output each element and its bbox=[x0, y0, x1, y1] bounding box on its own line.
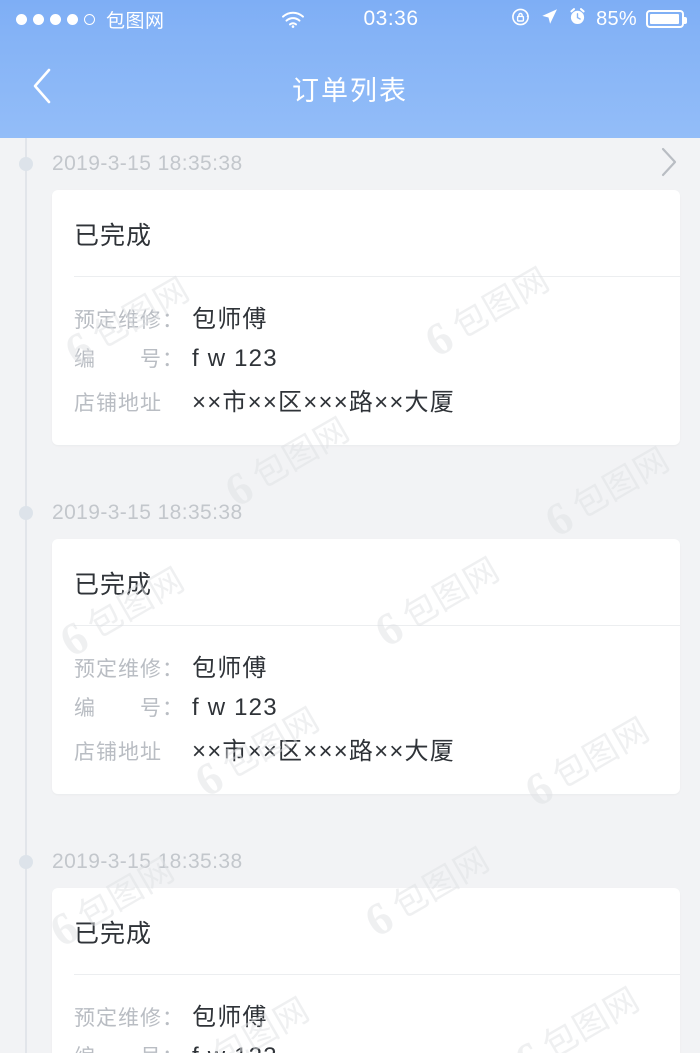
chevron-right-icon bbox=[660, 147, 678, 182]
order-card[interactable]: 已完成 预定维修： 包师傅 编 号： f w 123 店铺地址 bbox=[52, 190, 680, 445]
timeline-dot bbox=[19, 506, 33, 520]
order-header: 2019-3-15 18:35:38 bbox=[0, 138, 700, 190]
order-details: 预定维修： 包师傅 编 号： f w 123 店铺地址 ××市××区×××路××… bbox=[52, 277, 680, 445]
status-bar-clock: 03:36 bbox=[363, 7, 419, 30]
order-number-label: 编 号： bbox=[74, 348, 184, 371]
order-number-label: 编 号： bbox=[74, 697, 184, 720]
order-date: 2019-3-15 18:35:38 bbox=[52, 501, 243, 524]
order-list-scroll-area[interactable]: 2019-3-15 18:35:38 已完成 预定维修： 包师傅 编 号： f … bbox=[0, 138, 700, 1053]
detail-row-technician: 预定维修： 包师傅 bbox=[74, 299, 658, 334]
list-gap bbox=[0, 794, 700, 836]
order-status: 已完成 bbox=[74, 571, 153, 599]
order-number-value: f w 123 bbox=[192, 1043, 278, 1053]
technician-value: 包师傅 bbox=[192, 655, 268, 682]
wifi-icon bbox=[281, 11, 305, 28]
navigation-bar: 订单列表 bbox=[0, 38, 700, 138]
shop-address-label: 店铺地址 bbox=[74, 741, 162, 764]
chevron-left-icon bbox=[31, 67, 53, 110]
technician-label: 预定维修： bbox=[74, 1007, 184, 1030]
status-bar-left: 包图网 bbox=[16, 6, 165, 33]
battery-percent: 85% bbox=[596, 7, 637, 30]
back-button[interactable] bbox=[20, 66, 64, 110]
detail-row-address: 店铺地址 ××市××区×××路××大厦 bbox=[74, 382, 658, 417]
order-details: 预定维修： 包师傅 编 号： f w 123 店铺地址 ××市××区×××路××… bbox=[52, 975, 680, 1053]
alarm-clock-icon bbox=[568, 7, 587, 31]
order-details: 预定维修： 包师傅 编 号： f w 123 店铺地址 ××市××区×××路××… bbox=[52, 626, 680, 794]
page-title: 订单列表 bbox=[292, 75, 408, 106]
shop-address-value: ××市××区×××路××大厦 bbox=[192, 738, 455, 765]
shop-address-label: 店铺地址 bbox=[74, 392, 162, 415]
rotation-lock-icon bbox=[511, 7, 531, 32]
status-bar-right: 85% bbox=[511, 7, 687, 32]
order-header: 2019-3-15 18:35:38 bbox=[0, 487, 700, 539]
order-number-value: f w 123 bbox=[192, 345, 278, 372]
order-list: 2019-3-15 18:35:38 已完成 预定维修： 包师傅 编 号： f … bbox=[0, 138, 700, 1053]
app-root: 包图网 03:36 85% 订单列表 2019-3-15 18:35:38 已完… bbox=[0, 0, 700, 1053]
status-bar: 包图网 03:36 85% bbox=[0, 0, 700, 38]
order-number-label: 编 号： bbox=[74, 1041, 186, 1053]
carrier-name: 包图网 bbox=[106, 10, 165, 32]
order-item[interactable]: 2019-3-15 18:35:38 已完成 预定维修： 包师傅 编 号： f … bbox=[0, 487, 700, 794]
battery-icon bbox=[646, 10, 687, 28]
order-status: 已完成 bbox=[74, 222, 153, 250]
detail-row-address: 店铺地址 ××市××区×××路××大厦 bbox=[74, 731, 658, 766]
order-item[interactable]: 2019-3-15 18:35:38 已完成 预定维修： 包师傅 编 号： f … bbox=[0, 836, 700, 1053]
order-number-value: f w 123 bbox=[192, 694, 278, 721]
order-card[interactable]: 已完成 预定维修： 包师傅 编 号： f w 123 店铺地址 bbox=[52, 539, 680, 794]
order-detail-chevron[interactable] bbox=[660, 147, 678, 182]
list-gap bbox=[0, 445, 700, 487]
order-date: 2019-3-15 18:35:38 bbox=[52, 850, 243, 873]
technician-value: 包师傅 bbox=[192, 306, 268, 333]
detail-row-order-number: 编 号： f w 123 bbox=[74, 1041, 658, 1053]
timeline-dot bbox=[19, 855, 33, 869]
signal-strength-icon bbox=[16, 13, 95, 25]
shop-address-value: ××市××区×××路××大厦 bbox=[192, 389, 455, 416]
order-header: 2019-3-15 18:35:38 bbox=[0, 836, 700, 888]
detail-row-technician: 预定维修： 包师傅 bbox=[74, 997, 658, 1032]
technician-value: 包师傅 bbox=[192, 1004, 268, 1031]
location-arrow-icon bbox=[540, 7, 559, 31]
detail-row-technician: 预定维修： 包师傅 bbox=[74, 648, 658, 683]
order-item[interactable]: 2019-3-15 18:35:38 已完成 预定维修： 包师傅 编 号： f … bbox=[0, 138, 700, 445]
technician-label: 预定维修： bbox=[74, 309, 184, 332]
technician-label: 预定维修： bbox=[74, 658, 184, 681]
order-date: 2019-3-15 18:35:38 bbox=[52, 152, 243, 175]
order-status: 已完成 bbox=[74, 920, 153, 948]
detail-row-order-number: 编 号： f w 123 bbox=[74, 692, 658, 722]
order-card[interactable]: 已完成 预定维修： 包师傅 编 号： f w 123 店铺地址 bbox=[52, 888, 680, 1053]
timeline-dot bbox=[19, 157, 33, 171]
detail-row-order-number: 编 号： f w 123 bbox=[74, 343, 658, 373]
